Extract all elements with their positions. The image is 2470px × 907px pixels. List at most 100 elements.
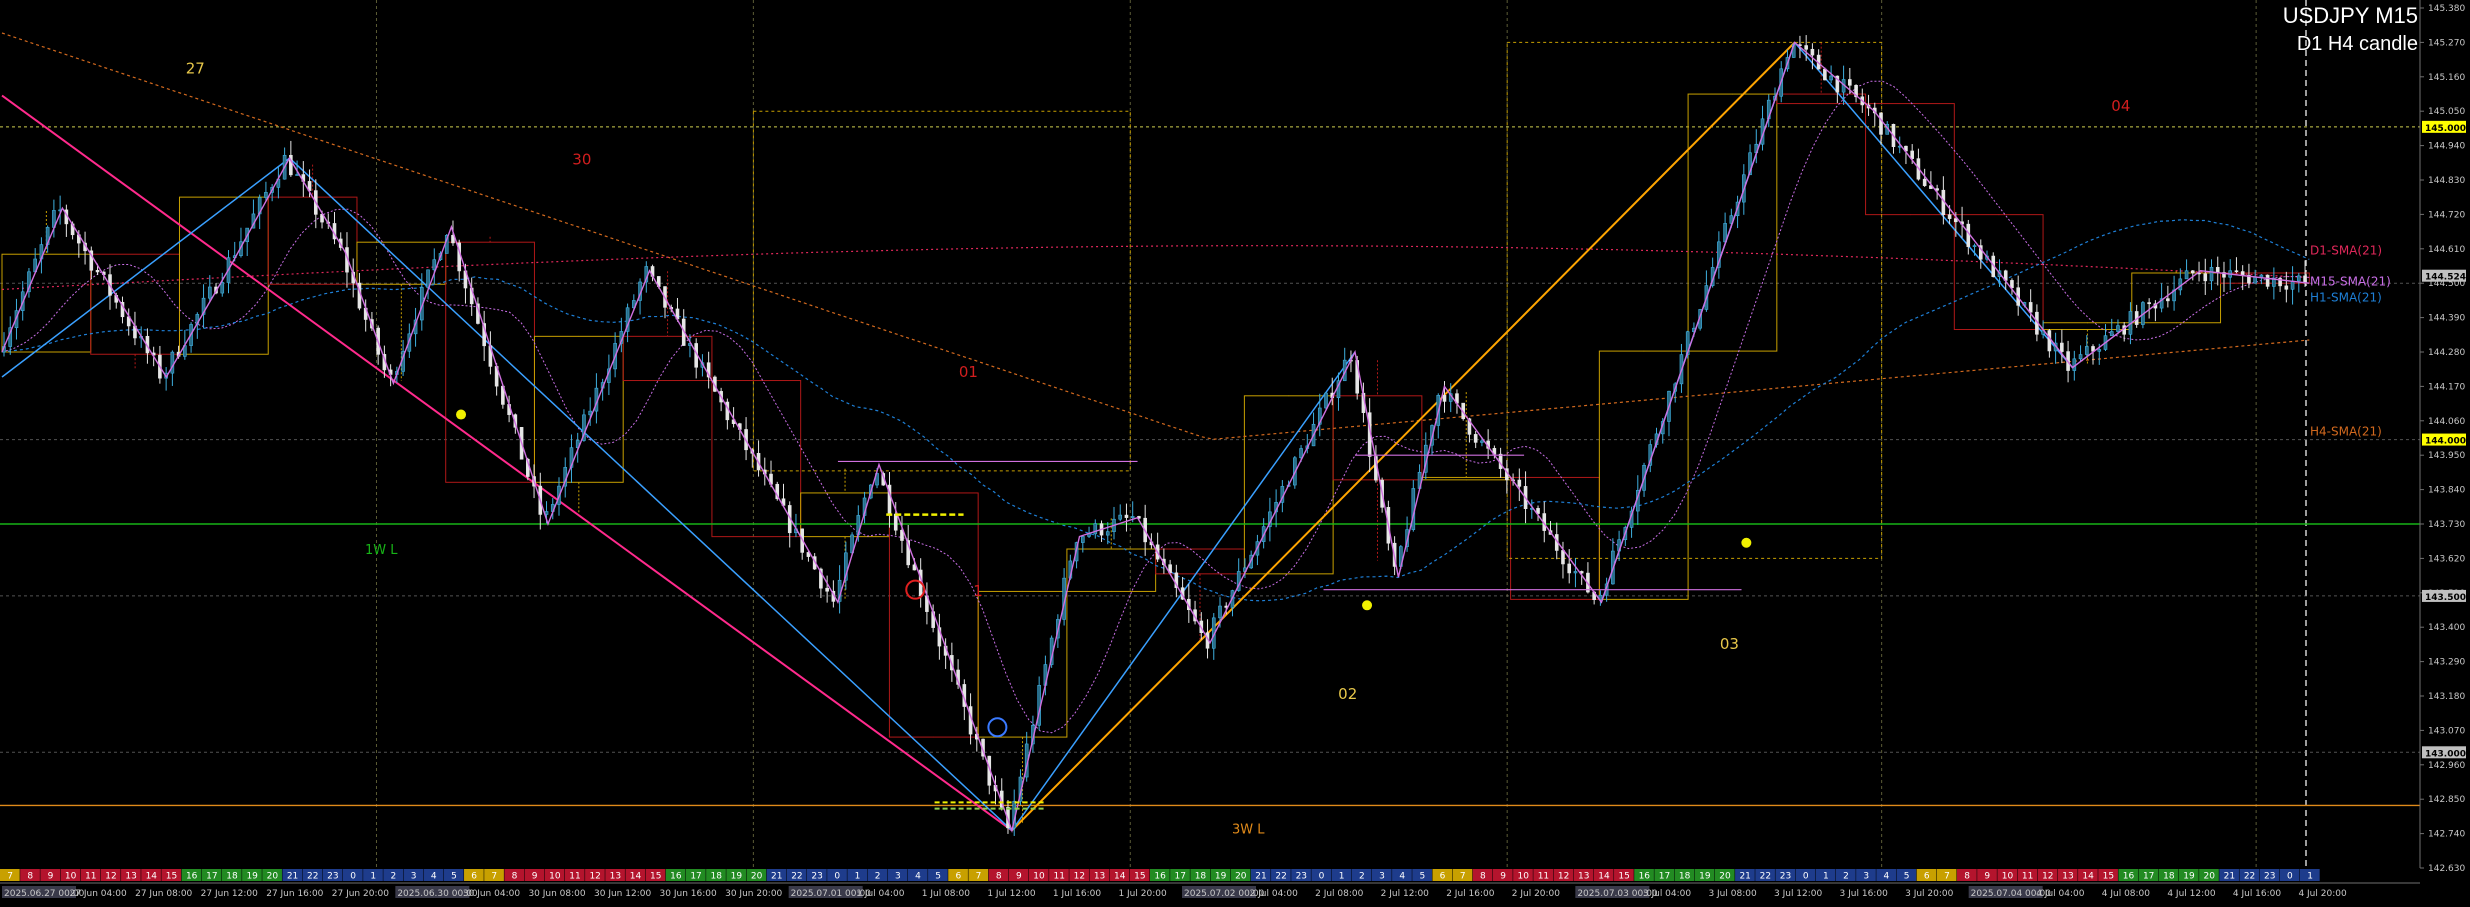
sma-label: D1-SMA(21) [2310,243,2382,257]
hour-label: 12 [105,872,116,882]
hour-label: 15 [650,872,661,882]
price-tick-label: 144.390 [2428,314,2465,324]
time-label: 27 Jun 20:00 [332,889,389,899]
hour-label: 17 [206,872,217,882]
hour-label: 6 [1924,872,1930,882]
candle-body [1804,45,1808,50]
hour-label: 17 [690,872,701,882]
hour-label: 18 [1195,872,1207,882]
hour-label: 16 [2123,872,2135,882]
price-axis[interactable]: 145.380 145.270 145.160 145.050 144.940 144.8… [2419,0,2466,874]
hour-label: 23 [2264,872,2275,882]
hour-label: 19 [2183,872,2195,882]
time-label: 27 Jun 04:00 [70,889,127,899]
hour-label: 23 [327,872,338,882]
candle-body [1947,214,1952,219]
hour-label: 16 [1639,872,1651,882]
hour-label: 12 [589,872,600,882]
price-tick-label: 144.060 [2428,417,2465,427]
htf-box [1066,548,1157,592]
price-tick-label: 142.850 [2428,795,2465,805]
candle-body [295,174,299,176]
m15-sma-line [1,80,2310,734]
hour-label: 13 [125,872,136,882]
hour-label: 8 [1480,872,1486,882]
hour-label: 8 [27,872,33,882]
time-label: 30 Jun 16:00 [660,889,717,899]
level-label: 1W L [365,543,398,558]
time-axis[interactable]: 2025.06.27 00:0027 Jun 04:00 27 Jun 08:00… [0,882,2420,899]
price-tick-label: 143.400 [2428,623,2465,633]
candle-body [2084,346,2089,355]
hour-label: 20 [267,872,279,882]
price-tick-label: 144.720 [2428,210,2465,220]
day-label: 30 [572,150,591,168]
candle-body [1910,150,1914,159]
hour-label: 12 [1074,872,1085,882]
candle-body [2253,276,2257,284]
time-label: 1 Jul 08:00 [922,889,971,899]
candle-body [2234,270,2239,273]
time-label: 2 Jul 20:00 [1512,889,1561,899]
hour-label: 7 [1460,872,1466,882]
hour-label: 5 [1904,872,1910,882]
sma-label: H4-SMA(21) [2310,425,2382,439]
price-tick-label: 142.630 [2428,864,2465,874]
hour-label: 0 [834,872,840,882]
candle-body [1218,605,1222,619]
hour-label: 11 [569,872,580,882]
price-tick-label: 145.160 [2428,73,2465,83]
time-label: 2 Jul 16:00 [1446,889,1495,899]
zigzag-lines [1,41,2310,833]
hour-label: 14 [2082,872,2094,882]
zigzag-path [1,41,2310,833]
up-trendline-orange [1011,41,1796,832]
hour-label: 7 [1944,872,1950,882]
signal-dot [456,409,467,420]
hour-label: 22 [2244,872,2255,882]
time-label: 3 Jul 16:00 [1840,889,1889,899]
candle-body [264,192,268,198]
candle-body [893,513,898,531]
hour-label: 21 [2224,872,2235,882]
candle-body [2028,302,2033,313]
day-label: 27 [186,60,205,78]
time-label: 30 Jun 20:00 [725,889,782,899]
candle-body [2209,267,2214,282]
candle-body [1966,223,1971,247]
price-tick-label: 143.620 [2428,554,2465,564]
hour-label: 18 [226,872,238,882]
hour-strip: 7 8 9 10 11 12 13 14 15 16 17 18 19 20 21 22 23 0 1 2 3 4 5 6 7 8… [0,869,2320,882]
htf-box [800,492,890,538]
h4-sma-line [1,32,2310,440]
hour-label: 21 [771,872,782,882]
signal-dot [1362,600,1373,611]
candle-body [1105,531,1110,536]
price-chart[interactable]: D1-SMA(21) M15-SMA(21)H1-SMA(21) H4-SMA(21… [0,0,2470,907]
price-tick-label: 144.940 [2428,142,2465,152]
hour-label: 20 [751,872,763,882]
sma-label: H1-SMA(21) [2310,290,2382,304]
hour-label: 5 [1420,872,1426,882]
candle-body [1324,392,1328,409]
signal-dot [1741,537,1752,548]
hour-label: 22 [307,872,318,882]
candle-body [1480,440,1484,443]
time-label: 4 Jul 16:00 [2233,889,2282,899]
hour-label: 16 [1154,872,1166,882]
candle-body [1573,571,1578,574]
hour-label: 16 [670,872,682,882]
time-label: 1 Jul 20:00 [1118,889,1167,899]
hour-label: 5 [935,872,941,882]
sma-label: M15-SMA(21) [2310,275,2391,289]
hour-label: 19 [731,872,743,882]
hour-label: 2 [1359,872,1365,882]
time-label: 30 Jun 08:00 [528,889,585,899]
hour-label: 1 [855,872,861,882]
hour-label: 1 [370,872,376,882]
price-tick-label: 145.270 [2428,38,2465,48]
price-tick-label: 145.050 [2428,107,2465,117]
hour-label: 0 [1803,872,1809,882]
hour-label: 12 [1558,872,1569,882]
hour-label: 6 [1440,872,1446,882]
